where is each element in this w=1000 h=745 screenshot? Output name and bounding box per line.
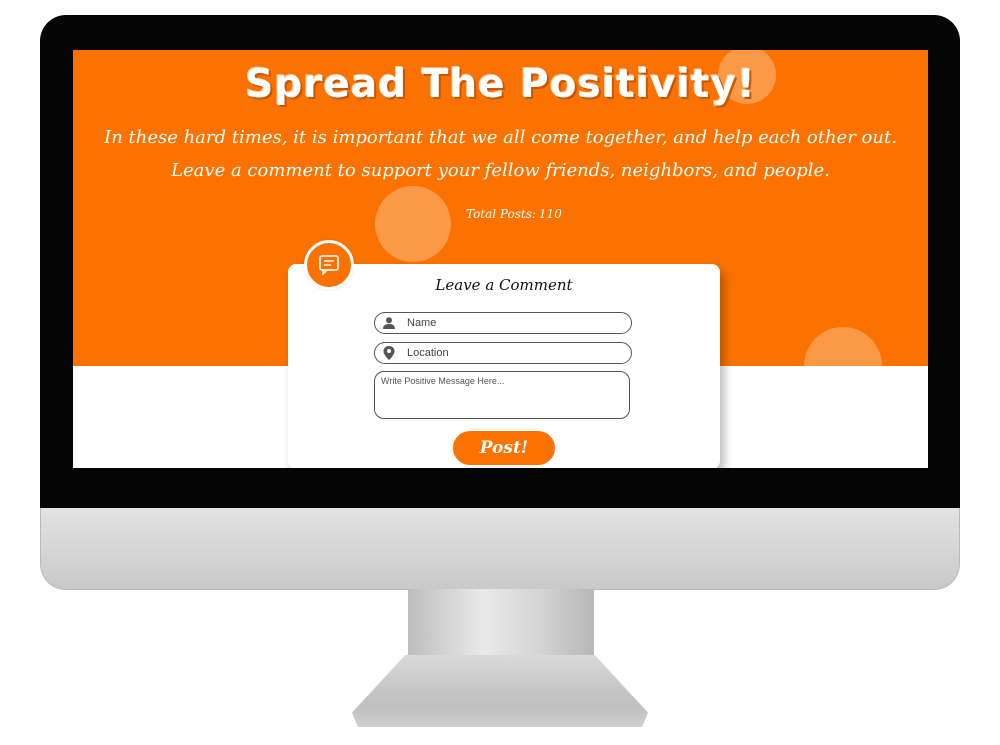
- location-field[interactable]: [374, 342, 632, 364]
- location-pin-icon: [381, 345, 397, 361]
- post-button[interactable]: Post!: [453, 431, 555, 465]
- total-posts-label: Total Posts:: [466, 207, 536, 221]
- comment-form-title: Leave a Comment: [435, 276, 573, 294]
- comment-icon: [304, 240, 354, 290]
- message-textarea[interactable]: [374, 371, 630, 419]
- monitor-chin: [40, 508, 960, 590]
- monitor-stand-base: [352, 655, 648, 727]
- decorative-circle: [804, 327, 882, 405]
- monitor-stand-neck: [408, 589, 594, 659]
- comment-form-card: Leave a Comment Post!: [288, 264, 720, 468]
- total-posts-count: 110: [538, 207, 562, 221]
- monitor-screen: Spread The Positivity! In these hard tim…: [73, 50, 928, 468]
- total-posts: Total Posts: 110: [463, 207, 562, 221]
- name-field[interactable]: [374, 312, 632, 334]
- location-input[interactable]: [405, 346, 619, 360]
- name-input[interactable]: [405, 316, 619, 330]
- subtitle-line-1: In these hard times, it is important tha…: [104, 127, 897, 148]
- user-icon: [381, 315, 397, 331]
- decorative-circle: [375, 186, 451, 262]
- subtitle-line-2: Leave a comment to support your fellow f…: [171, 160, 830, 181]
- page-title: Spread The Positivity!: [245, 62, 756, 107]
